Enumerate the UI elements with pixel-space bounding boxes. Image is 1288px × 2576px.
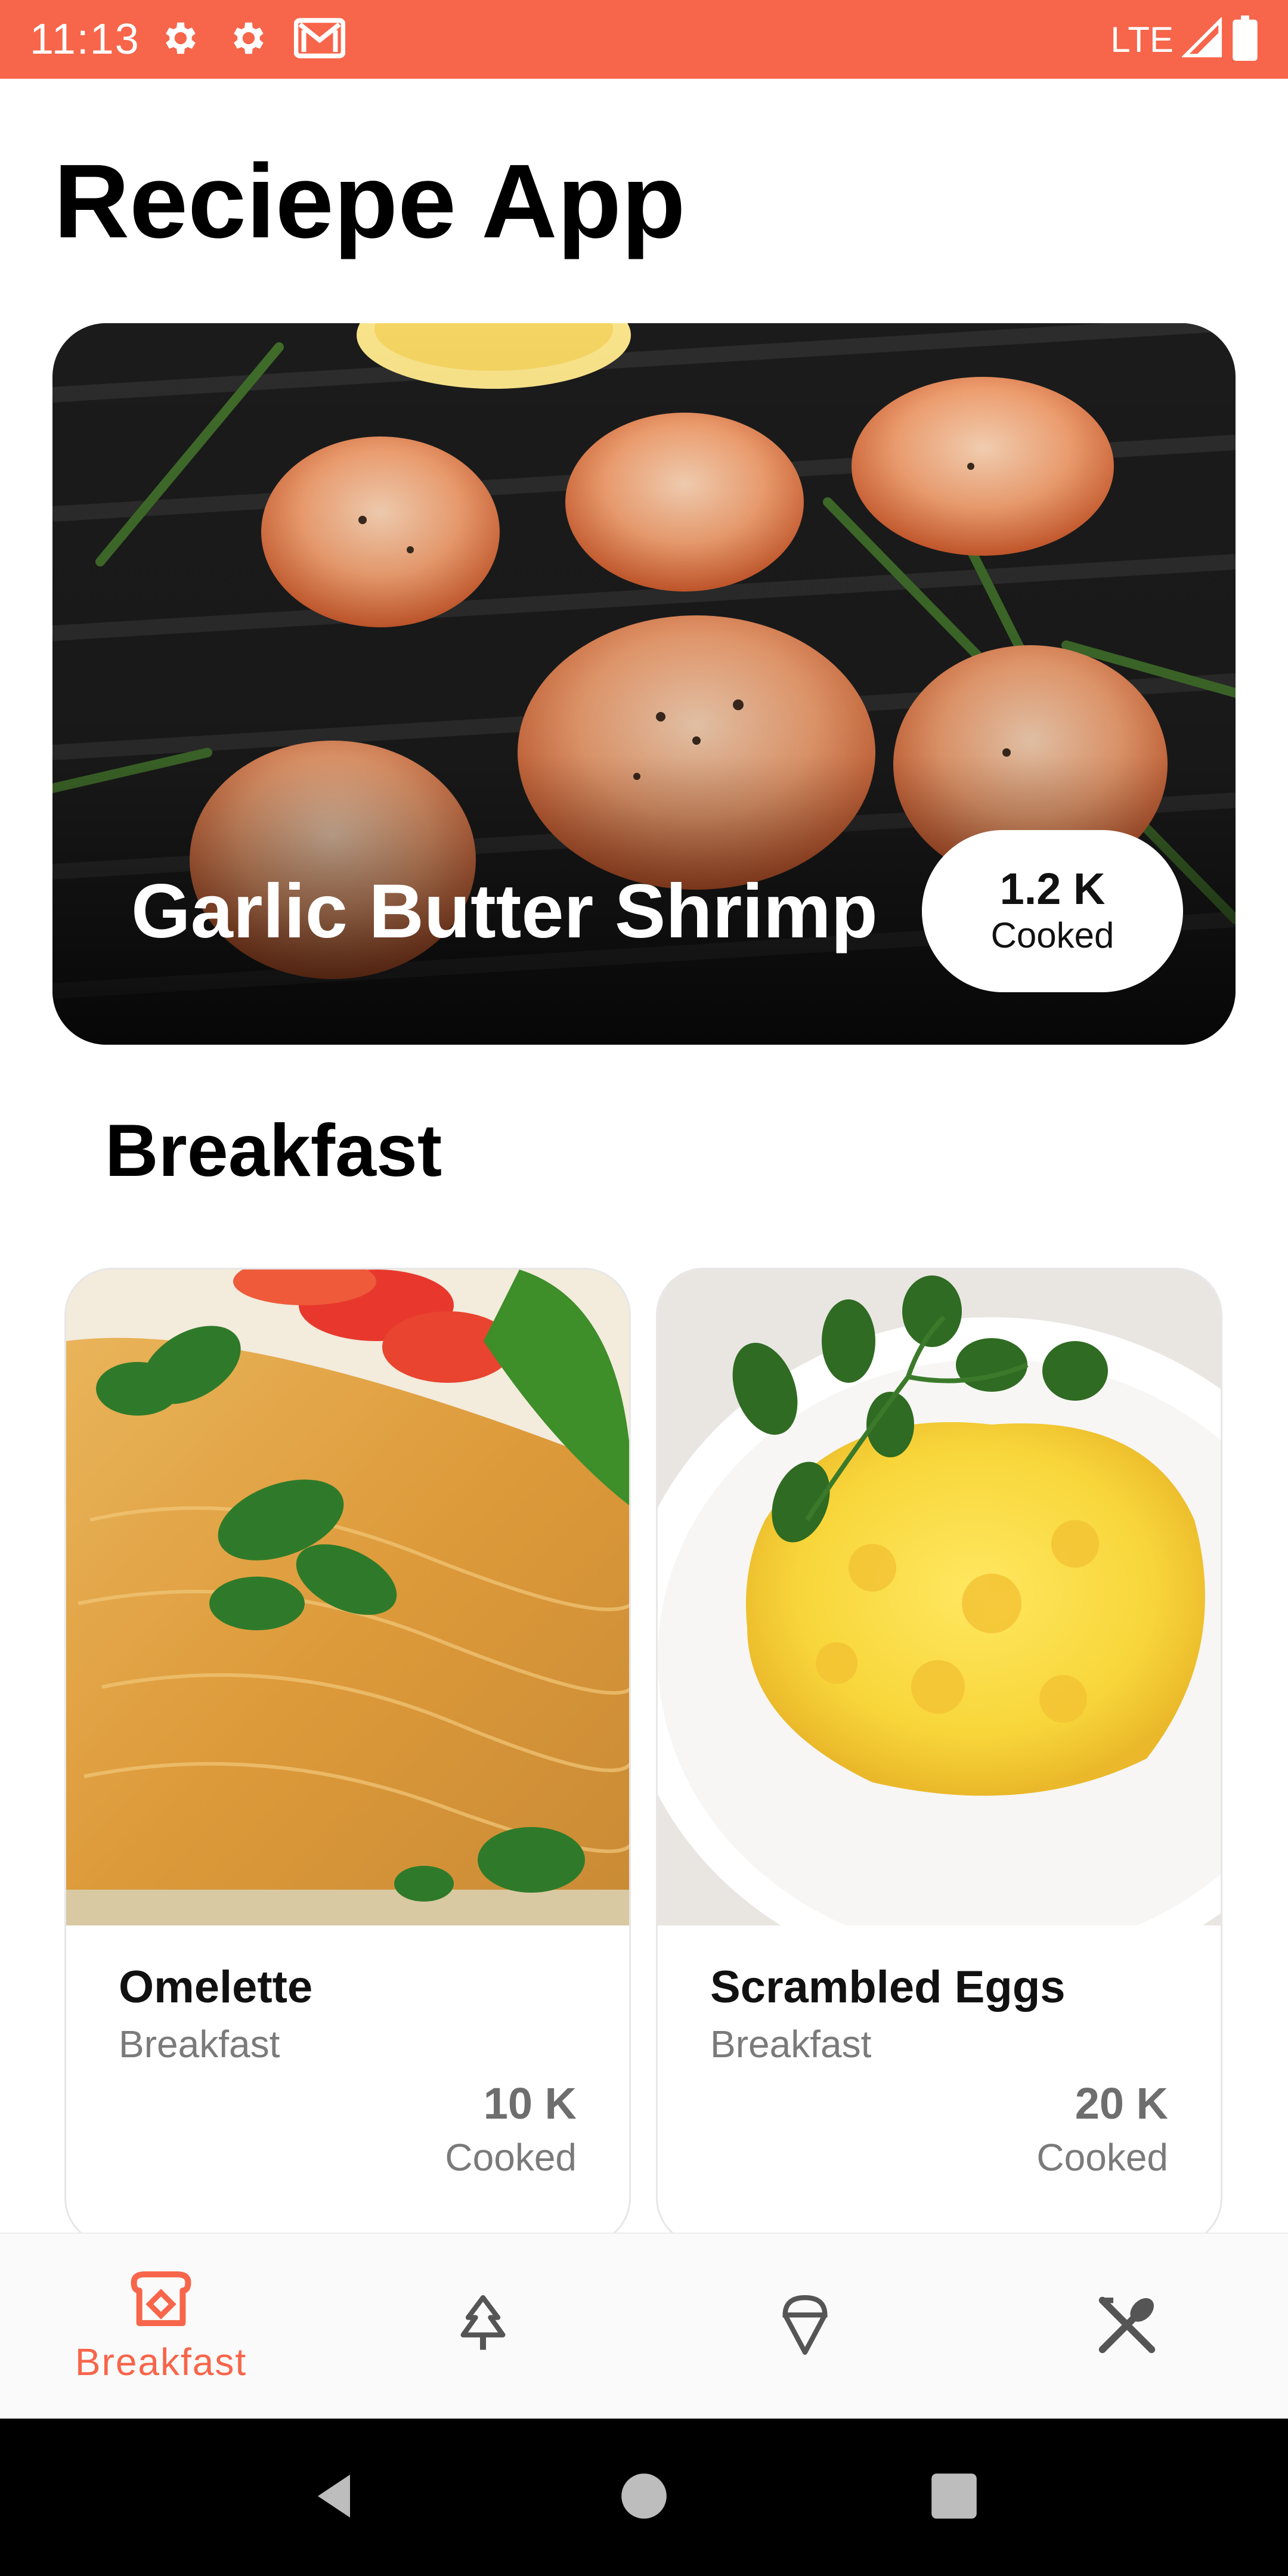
home-circle-icon (619, 2471, 669, 2524)
back-triangle-icon (307, 2469, 361, 2526)
recipe-name: Omelette (119, 1962, 313, 2012)
battery-icon (1232, 15, 1258, 64)
recents-square-icon (929, 2471, 979, 2524)
gear-icon (158, 17, 200, 62)
nav-item-dessert[interactable] (644, 2234, 966, 2419)
network-type: LTE (1110, 19, 1174, 60)
omelette-image (66, 1270, 629, 1925)
nav-item-breakfast[interactable]: Breakfast (0, 2234, 322, 2419)
ice-cream-icon (775, 2289, 835, 2364)
section-title: Breakfast (105, 1110, 442, 1192)
recents-button[interactable] (906, 2450, 1002, 2545)
fork-spoon-icon (1094, 2292, 1160, 2361)
recipe-cooked-label: Cooked (1036, 2136, 1168, 2179)
featured-cooked-badge: 1.2 K Cooked (922, 830, 1183, 992)
tree-icon (453, 2292, 513, 2361)
recipe-category: Breakfast (710, 2023, 872, 2066)
back-button[interactable] (286, 2450, 382, 2545)
recipe-card-scrambled-eggs[interactable]: Scrambled Eggs Breakfast 20 K Cooked (656, 1268, 1222, 2246)
recipe-cooked-label: Cooked (445, 2136, 577, 2179)
status-bar: 11:13 LTE (0, 0, 1288, 79)
page-title: Reciepe App (54, 143, 686, 260)
home-button[interactable] (596, 2450, 692, 2545)
featured-recipe-card[interactable]: Garlic Butter Shrimp 1.2 K Cooked (52, 323, 1236, 1045)
recipe-card-omelette[interactable]: Omelette Breakfast 10 K Cooked (64, 1268, 631, 2246)
bottom-navigation: Breakfast (0, 2233, 1288, 2419)
nav-item-dinner[interactable] (966, 2234, 1288, 2419)
system-navigation-bar (0, 2419, 1288, 2576)
recipe-cooked-count: 10 K (483, 2079, 577, 2128)
gmail-icon (293, 17, 346, 62)
gear-icon (226, 17, 268, 62)
recipe-cooked-count: 20 K (1075, 2079, 1168, 2128)
nav-item-tree[interactable] (322, 2234, 644, 2419)
scrambled-eggs-image (658, 1270, 1221, 1925)
nav-label-breakfast: Breakfast (75, 2340, 247, 2383)
signal-icon (1181, 16, 1224, 62)
recipe-name: Scrambled Eggs (710, 1962, 1066, 2012)
featured-recipe-title: Garlic Butter Shrimp (131, 869, 878, 954)
toast-icon (128, 2269, 194, 2332)
recipe-category: Breakfast (119, 2023, 280, 2066)
featured-cooked-count: 1.2 K (999, 863, 1106, 914)
featured-cooked-label: Cooked (990, 915, 1114, 956)
status-time: 11:13 (30, 16, 140, 63)
